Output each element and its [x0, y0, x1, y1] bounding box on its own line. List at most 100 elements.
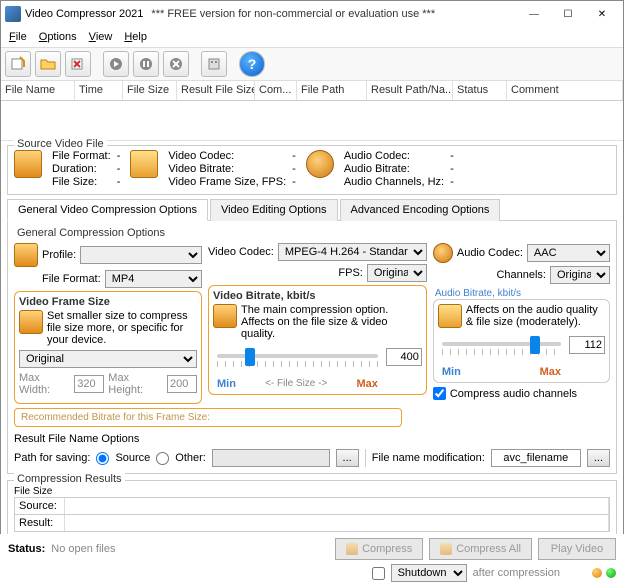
- duration-label: Duration:: [52, 163, 111, 175]
- frame-size-title: Video Frame Size: [19, 296, 197, 308]
- vbitrate-title: Video Bitrate, kbit/s: [213, 290, 422, 302]
- video-bitrate-input[interactable]: [386, 348, 422, 366]
- vbitrate-label: Video Bitrate:: [168, 163, 286, 175]
- col-filepath[interactable]: File Path: [297, 81, 367, 100]
- gco-group-label: General Compression Options: [14, 227, 168, 239]
- col-filename[interactable]: File Name: [1, 81, 75, 100]
- add-folder-button[interactable]: [35, 51, 61, 77]
- max-width-input[interactable]: [74, 375, 104, 393]
- filename-mod-button[interactable]: ...: [587, 449, 610, 467]
- col-filesize[interactable]: File Size: [123, 81, 177, 100]
- max-height-input[interactable]: [167, 375, 197, 393]
- status-text: No open files: [51, 543, 115, 555]
- close-button[interactable]: ✕: [585, 3, 619, 25]
- filesize-label: File Size:: [52, 176, 111, 188]
- play-button[interactable]: [103, 51, 129, 77]
- fps-select[interactable]: Original: [367, 264, 427, 282]
- abitrate-value: -: [450, 163, 454, 175]
- vframe-value: -: [292, 176, 296, 188]
- channels-label: Channels:: [496, 269, 546, 281]
- resultname-group-label: Result File Name Options: [14, 433, 139, 445]
- path-other-input[interactable]: [212, 449, 330, 467]
- mod-label: File name modification:: [372, 452, 485, 464]
- vframe-label: Video Frame Size, FPS:: [168, 176, 286, 188]
- results-filesize-label: File Size: [14, 486, 52, 497]
- frame-size-desc: Set smaller size to compress file size m…: [47, 310, 197, 346]
- app-icon: [5, 6, 21, 22]
- file-grid-body[interactable]: [1, 101, 623, 141]
- vbit-min: Min: [217, 378, 236, 390]
- video-info-icon: [130, 150, 158, 178]
- status-led-orange: [592, 568, 602, 578]
- settings-button[interactable]: [201, 51, 227, 77]
- video-codec-select[interactable]: MPEG-4 H.264 - Standar: [278, 243, 427, 261]
- abitrate-label: Audio Bitrate:: [344, 163, 444, 175]
- shutdown-checkbox[interactable]: [372, 567, 385, 580]
- filesize-value: -: [117, 176, 121, 188]
- menu-help[interactable]: Help: [120, 29, 151, 45]
- stop-button[interactable]: [163, 51, 189, 77]
- col-result[interactable]: Result File Size: [177, 81, 255, 100]
- compress-button[interactable]: Compress: [335, 538, 423, 560]
- vbit-filesize-hint: <- File Size ->: [265, 378, 327, 390]
- remove-button[interactable]: [65, 51, 91, 77]
- format-select[interactable]: MP4: [105, 270, 202, 288]
- channels-select[interactable]: Original: [550, 266, 610, 284]
- source-video-group: Source Video File File Format:- Duration…: [7, 145, 617, 195]
- audio-bitrate-slider[interactable]: [438, 334, 605, 364]
- compress-all-button[interactable]: Compress All: [429, 538, 532, 560]
- play-video-button[interactable]: Play Video: [538, 538, 616, 560]
- maximize-button[interactable]: ☐: [551, 3, 585, 25]
- results-source-label: Source:: [15, 498, 65, 514]
- col-comment[interactable]: Comment: [507, 81, 623, 100]
- compress-audio-checkbox[interactable]: [433, 387, 446, 400]
- abitrate-icon: [438, 304, 462, 328]
- abitrate-title: Audio Bitrate, kbit/s: [435, 288, 610, 299]
- tab-general[interactable]: General Video Compression Options: [7, 199, 208, 221]
- menu-file[interactable]: File: [5, 29, 31, 45]
- path-source-label: Source: [115, 452, 150, 464]
- col-com[interactable]: Com...: [255, 81, 297, 100]
- acodec-value: -: [450, 150, 454, 162]
- add-file-button[interactable]: [5, 51, 31, 77]
- video-bitrate-slider[interactable]: [213, 346, 422, 376]
- vcodec-sel-label: Video Codec:: [208, 246, 274, 258]
- compress-audio-label: Compress audio channels: [450, 388, 577, 400]
- shutdown-select[interactable]: Shutdown: [391, 564, 467, 582]
- free-notice: *** FREE version for non-commercial or e…: [151, 8, 435, 20]
- tab-editing[interactable]: Video Editing Options: [210, 199, 338, 221]
- audio-bitrate-input[interactable]: [569, 336, 605, 354]
- file-format-label: File Format:: [52, 150, 111, 162]
- browse-path-button[interactable]: ...: [336, 449, 359, 467]
- format-label: File Format:: [42, 273, 101, 285]
- filename-mod-input[interactable]: [491, 449, 581, 467]
- source-group-label: Source Video File: [14, 138, 107, 150]
- col-time[interactable]: Time: [75, 81, 123, 100]
- audio-codec-select[interactable]: AAC: [527, 244, 610, 262]
- help-button[interactable]: ?: [239, 51, 265, 77]
- recommended-bitrate: Recommended Bitrate for this Frame Size:: [14, 408, 402, 427]
- tab-advanced[interactable]: Advanced Encoding Options: [340, 199, 501, 221]
- compress-icon: [346, 543, 358, 555]
- abitrate-desc: Affects on the audio quality & file size…: [466, 304, 605, 328]
- minimize-button[interactable]: —: [517, 3, 551, 25]
- vcodec-value: -: [292, 150, 296, 162]
- profile-icon: [14, 243, 38, 267]
- status-label: Status:: [8, 543, 45, 555]
- path-other-radio[interactable]: [156, 452, 169, 465]
- pause-button[interactable]: [133, 51, 159, 77]
- col-status[interactable]: Status: [453, 81, 507, 100]
- results-source-value: [65, 498, 609, 514]
- menu-options[interactable]: Options: [35, 29, 81, 45]
- path-source-radio[interactable]: [96, 452, 109, 465]
- maxh-label: Max Height:: [108, 372, 163, 396]
- frame-size-select[interactable]: Original: [19, 350, 197, 368]
- profile-select[interactable]: [80, 246, 202, 264]
- audio-codec-icon: [433, 243, 453, 263]
- acodec-sel-label: Audio Codec:: [457, 247, 523, 259]
- col-resultpath[interactable]: Result Path/Na...: [367, 81, 453, 100]
- menu-view[interactable]: View: [85, 29, 117, 45]
- frame-size-icon: [19, 310, 43, 334]
- achan-label: Audio Channels, Hz:: [344, 176, 444, 188]
- vbitrate-desc: The main compression option. Affects on …: [241, 304, 422, 340]
